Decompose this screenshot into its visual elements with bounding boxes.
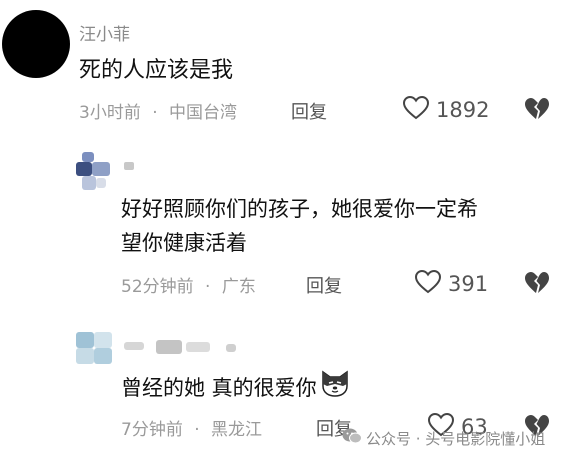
timestamp: 3小时前 xyxy=(79,103,141,123)
comment-text-row: 曾经的她 真的很爱你 xyxy=(121,368,351,408)
wechat-icon xyxy=(342,427,362,449)
reply-button[interactable]: 回复 xyxy=(306,272,342,298)
separator: · xyxy=(152,103,158,123)
like-button[interactable]: 1892 xyxy=(402,95,489,125)
like-button[interactable]: 391 xyxy=(414,269,488,299)
watermark-text: 公众号 · 头号电影院懂小姐 xyxy=(366,429,546,448)
like-count: 1892 xyxy=(436,98,490,122)
like-count: 391 xyxy=(448,272,489,296)
timestamp: 7分钟前 xyxy=(121,420,183,440)
avatar[interactable] xyxy=(76,328,116,368)
comment-text: 死的人应该是我 xyxy=(79,58,234,83)
broken-heart-icon[interactable] xyxy=(523,96,551,126)
heart-icon xyxy=(414,269,442,299)
comment-meta: 3小时前 · 中国台湾 xyxy=(79,98,237,123)
heart-icon xyxy=(402,95,430,125)
avatar[interactable] xyxy=(76,152,118,194)
username-blurred[interactable] xyxy=(124,162,134,170)
broken-heart-icon[interactable] xyxy=(523,270,551,300)
location: 广东 xyxy=(221,277,256,297)
comment-meta: 7分钟前 · 黑龙江 xyxy=(121,415,262,440)
dog-face-emoji-icon xyxy=(319,368,351,408)
location: 黑龙江 xyxy=(211,420,263,440)
location: 中国台湾 xyxy=(169,103,238,123)
username-blurred[interactable] xyxy=(124,340,244,354)
reply-button[interactable]: 回复 xyxy=(291,98,327,124)
separator: · xyxy=(205,277,211,297)
comment-text: 曾经的她 真的很爱你 xyxy=(121,376,317,400)
separator: · xyxy=(194,420,200,440)
comment-text-line2: 望你健康活着 xyxy=(121,231,247,255)
comment-1: 汪小菲 死的人应该是我 3小时前 · 中国台湾 回复 1892 xyxy=(0,0,577,140)
avatar[interactable] xyxy=(2,10,70,78)
comment-text-line1: 好好照顾你们的孩子，她很爱你一定希 xyxy=(121,197,478,221)
timestamp: 52分钟前 xyxy=(121,277,194,297)
comment-2: 好好照顾你们的孩子，她很爱你一定希 望你健康活着 52分钟前 · 广东 回复 3… xyxy=(0,140,577,310)
watermark: 公众号 · 头号电影院懂小姐 xyxy=(342,427,545,449)
username[interactable]: 汪小菲 xyxy=(79,20,130,45)
comment-meta: 52分钟前 · 广东 xyxy=(121,272,256,297)
